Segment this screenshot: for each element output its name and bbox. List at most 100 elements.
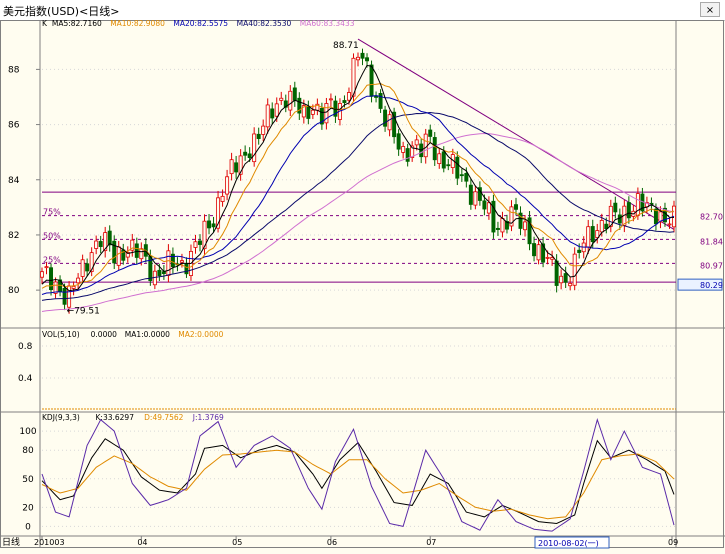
candle-body <box>486 202 491 214</box>
candle-body <box>306 106 311 119</box>
low-annotation: ←79.51 <box>67 307 100 317</box>
candle-body <box>568 283 573 287</box>
price-legend-3: MA20:82.5575 <box>173 19 228 28</box>
price-legend-2: MA10:82.9080 <box>110 19 165 28</box>
candle-body <box>617 214 622 224</box>
candle-body <box>229 159 234 175</box>
candle-body <box>563 273 568 283</box>
ma20-line <box>41 95 675 295</box>
candle-body <box>360 52 365 59</box>
candle-body <box>554 260 559 286</box>
candle-body <box>184 263 189 275</box>
kdj-tick-label-20: 20 <box>22 503 34 513</box>
volume-legend-0: VOL(5,10) <box>42 330 80 339</box>
kdj-legend-2: D:49.7562 <box>144 413 184 422</box>
price-tick-label-82: 82 <box>8 231 19 241</box>
kdj-tick-label-100: 100 <box>19 427 36 437</box>
candle-body <box>342 100 347 104</box>
candle-body <box>40 271 44 278</box>
candle-body <box>80 259 85 277</box>
candle-body <box>365 57 370 62</box>
price-tick-label-80: 80 <box>8 286 20 296</box>
candle-body <box>198 240 202 245</box>
price-legend-5: MA60:83.3433 <box>300 19 355 28</box>
kdj-tick-label-80: 80 <box>22 446 34 456</box>
candle-body <box>98 241 103 248</box>
candle-body <box>346 92 351 101</box>
volume-tick-label-0: 0.8 <box>18 342 33 352</box>
candle-body <box>405 148 410 162</box>
fib-right-label-4: 80.29 <box>700 281 723 290</box>
candle-body <box>243 151 248 156</box>
candle-body <box>468 184 473 205</box>
ma60-line <box>41 132 675 312</box>
candle-body <box>234 162 239 173</box>
candle-body <box>62 287 67 305</box>
x-axis-caption: 日线 <box>2 536 20 548</box>
candle-body <box>292 87 297 101</box>
candle-body <box>626 202 631 219</box>
high-annotation: 88.71 <box>333 41 359 51</box>
candle-body <box>653 208 658 225</box>
candle-body <box>550 257 555 260</box>
candle-body <box>532 243 537 257</box>
candle-body <box>71 285 76 289</box>
price-tick-label-88: 88 <box>8 65 20 75</box>
kdj-legend-0: KDJ(9,3,3) <box>42 413 80 422</box>
cursor-date-label: 2010-08-02(一) <box>538 539 599 548</box>
candle-body <box>482 200 487 210</box>
kdj-d-line <box>41 449 675 520</box>
x-tick-label-1: 201003 <box>34 538 65 547</box>
fib-right-label-1: 82.70 <box>700 213 723 222</box>
candle-body <box>572 253 577 286</box>
candle-body <box>383 109 388 127</box>
candle-body <box>256 133 261 139</box>
candle-body <box>378 93 383 109</box>
candle-body <box>428 129 433 137</box>
fib-right-label-3: 80.97 <box>700 261 723 270</box>
candle-body <box>577 249 582 253</box>
candle-body <box>545 256 550 259</box>
candle-body <box>139 248 144 260</box>
candle-body <box>112 240 117 264</box>
candle-body <box>247 153 252 159</box>
candle-body <box>207 220 212 229</box>
candle-body <box>179 260 184 263</box>
candle-body <box>473 191 478 206</box>
candle-body <box>559 275 564 284</box>
x-tick-label-7: 09 <box>668 538 678 547</box>
candle-body <box>310 109 315 115</box>
price-tick-label-86: 86 <box>8 121 20 131</box>
candle-body <box>44 266 49 269</box>
chart-window: 美元指数(USD)<日线> × 80 82 84 86 88 75% 50% 25% 82.70… <box>0 0 725 554</box>
candle-body <box>590 226 595 243</box>
ma40-line <box>41 111 675 301</box>
candle-body <box>401 146 406 153</box>
candle-body <box>586 226 591 248</box>
candle-body <box>94 240 99 249</box>
fib-right-label-2: 81.84 <box>700 237 723 246</box>
kdj-tick-label-50: 50 <box>22 475 34 485</box>
candle-body <box>252 133 257 163</box>
fib-label-1: 75% <box>43 208 61 217</box>
candle-body <box>536 244 541 261</box>
candle-body <box>369 64 374 97</box>
candle-body <box>261 125 266 135</box>
price-legend-1: MA5:82.7160 <box>52 19 102 28</box>
kdj-k-line <box>41 438 675 525</box>
outer-frame <box>0 20 724 548</box>
fib-label-3: 25% <box>43 255 61 264</box>
candle-body <box>356 56 360 61</box>
volume-legend-2: MA1:0.0000 <box>125 330 170 339</box>
candle-body <box>288 90 293 111</box>
kdj-tick-label-0: 0 <box>25 522 31 532</box>
volume-tick-label-1: 0.4 <box>18 374 33 384</box>
candle-body <box>76 277 81 284</box>
candle-body <box>225 176 230 195</box>
price-tick-label-84: 84 <box>8 176 20 186</box>
candle-body <box>274 103 279 117</box>
candle-body <box>500 217 505 233</box>
candle-body <box>116 246 121 266</box>
candle-body <box>667 223 672 226</box>
candle-body <box>635 193 640 216</box>
